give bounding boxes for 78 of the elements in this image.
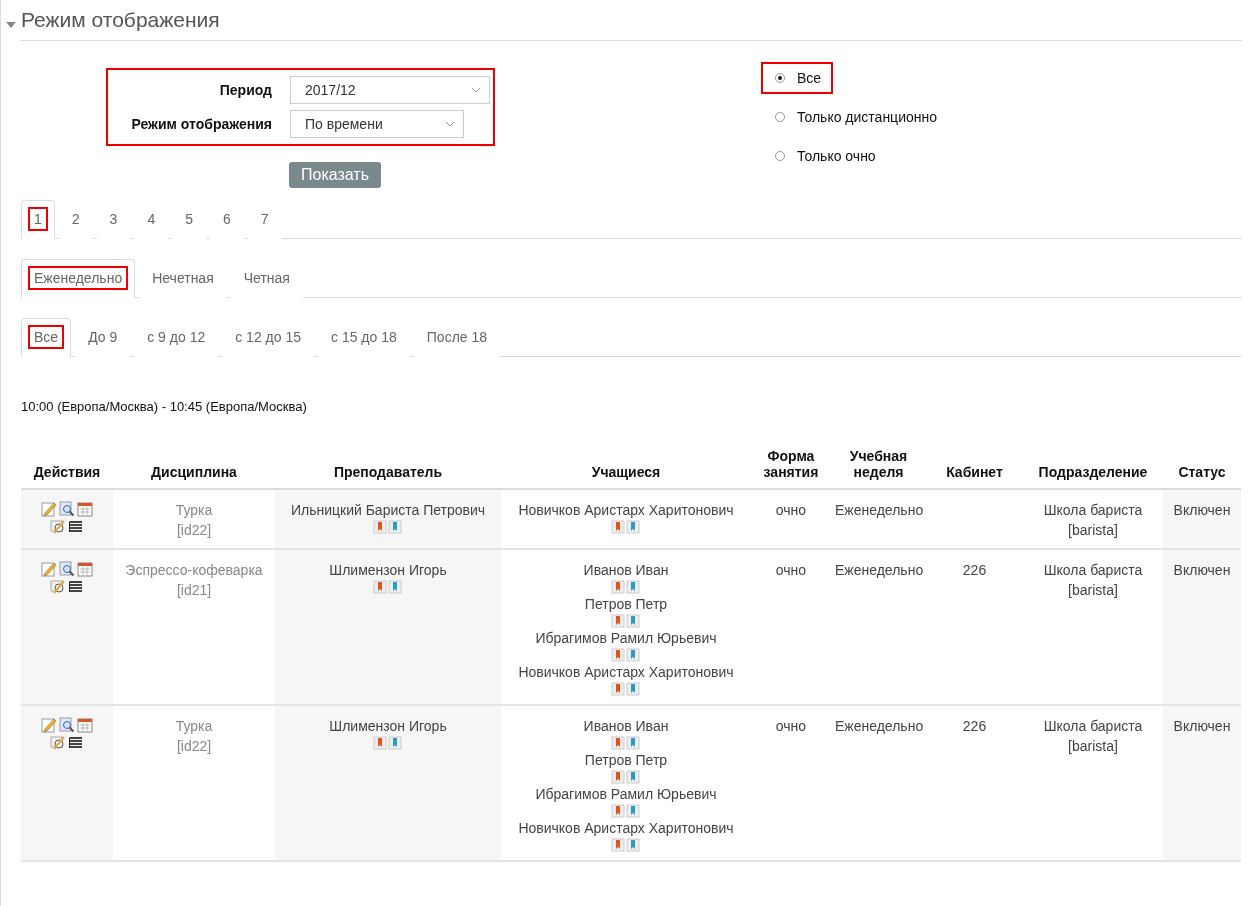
- table-cell: Еженедельно: [831, 705, 926, 861]
- book-icons[interactable]: [611, 614, 641, 628]
- view-icon[interactable]: [59, 501, 75, 517]
- radio-option[interactable]: Только дистанционно: [761, 101, 949, 133]
- book-icons[interactable]: [611, 838, 641, 852]
- section-title: Режим отображения: [21, 8, 1242, 41]
- book-icons[interactable]: [611, 736, 641, 750]
- select-field[interactable]: 2017/12: [290, 76, 490, 104]
- calendar-icon[interactable]: [77, 501, 93, 517]
- teacher-name: Ильницкий Бариста Петрович: [289, 501, 487, 520]
- field-label: Период: [218, 82, 272, 98]
- edit-icon[interactable]: [41, 501, 57, 517]
- schedule-edit-icon[interactable]: [50, 734, 66, 750]
- table-cell: очно: [751, 489, 831, 549]
- table-cell: очно: [751, 705, 831, 861]
- book-icons[interactable]: [611, 580, 641, 594]
- time-tab[interactable]: Все: [21, 318, 72, 357]
- stack-icon[interactable]: [68, 518, 84, 534]
- table-cell: Еженедельно: [831, 489, 926, 549]
- table-cell: 226: [926, 705, 1023, 861]
- chevron-down-icon: [445, 121, 455, 127]
- book-icons[interactable]: [611, 520, 641, 534]
- calendar-icon[interactable]: [77, 717, 93, 733]
- student-name: Иванов Иван: [582, 561, 670, 580]
- department-name: Школа бариста: [1042, 501, 1144, 520]
- teacher-name: Шлимензон Игорь: [328, 561, 448, 580]
- student-name: Петров Петр: [583, 595, 669, 614]
- caret-down-icon[interactable]: [5, 20, 17, 29]
- schedule-edit-icon[interactable]: [50, 578, 66, 594]
- stack-icon[interactable]: [68, 578, 84, 594]
- book-icons[interactable]: [611, 682, 641, 696]
- table-cell: 226: [926, 549, 1023, 705]
- book-icons[interactable]: [373, 736, 403, 750]
- view-icon[interactable]: [59, 717, 75, 733]
- select-field[interactable]: По времени: [290, 110, 464, 138]
- radio-option[interactable]: Только очно: [761, 140, 888, 172]
- table-cell: Включен: [1163, 705, 1241, 861]
- book-icons[interactable]: [373, 520, 403, 534]
- department-code: [barista]: [1067, 581, 1119, 600]
- week-tab[interactable]: Еженедельно: [21, 259, 136, 298]
- book-icons[interactable]: [611, 804, 641, 818]
- field-label: Режим отображения: [130, 116, 272, 132]
- student-name: Ибрагимов Рамил Юрьевич: [534, 629, 718, 648]
- student-name: Новичков Аристарх Харитонович: [517, 663, 735, 682]
- table-cell: Включен: [1163, 489, 1241, 549]
- student-name: Новичков Аристарх Харитонович: [517, 501, 735, 520]
- chevron-down-icon: [471, 87, 481, 93]
- department-name: Школа бариста: [1042, 717, 1144, 736]
- discipline-link[interactable]: Турка: [117, 500, 271, 520]
- student-name: Ибрагимов Рамил Юрьевич: [534, 785, 718, 804]
- edit-icon[interactable]: [41, 561, 57, 577]
- book-icons[interactable]: [611, 770, 641, 784]
- discipline-id: [id22]: [175, 521, 213, 540]
- department-code: [barista]: [1067, 521, 1119, 540]
- show-button[interactable]: Показать: [289, 162, 381, 188]
- radio-option[interactable]: Все: [761, 62, 834, 94]
- edit-icon[interactable]: [41, 717, 57, 733]
- table-cell: Еженедельно: [831, 549, 926, 705]
- table-cell: Включен: [1163, 549, 1241, 705]
- teacher-name: Шлимензон Игорь: [328, 717, 448, 736]
- discipline-link[interactable]: Турка: [117, 716, 271, 736]
- discipline-id: [id21]: [175, 581, 213, 600]
- student-name: Иванов Иван: [582, 717, 670, 736]
- discipline-id: [id22]: [175, 737, 213, 756]
- schedule-edit-icon[interactable]: [50, 518, 66, 534]
- department-code: [barista]: [1067, 737, 1119, 756]
- page-tab[interactable]: 1: [21, 200, 55, 239]
- student-name: Новичков Аристарх Харитонович: [517, 819, 735, 838]
- discipline-link[interactable]: Эспрессо-кофеварка: [117, 560, 271, 580]
- department-name: Школа бариста: [1042, 561, 1144, 580]
- time-range: 10:00 (Европа/Москва) - 10:45 (Европа/Москва): [21, 399, 308, 414]
- stack-icon[interactable]: [68, 734, 84, 750]
- student-name: Петров Петр: [583, 751, 669, 770]
- view-icon[interactable]: [59, 561, 75, 577]
- calendar-icon[interactable]: [77, 561, 93, 577]
- book-icons[interactable]: [373, 580, 403, 594]
- table-cell: очно: [751, 549, 831, 705]
- book-icons[interactable]: [611, 648, 641, 662]
